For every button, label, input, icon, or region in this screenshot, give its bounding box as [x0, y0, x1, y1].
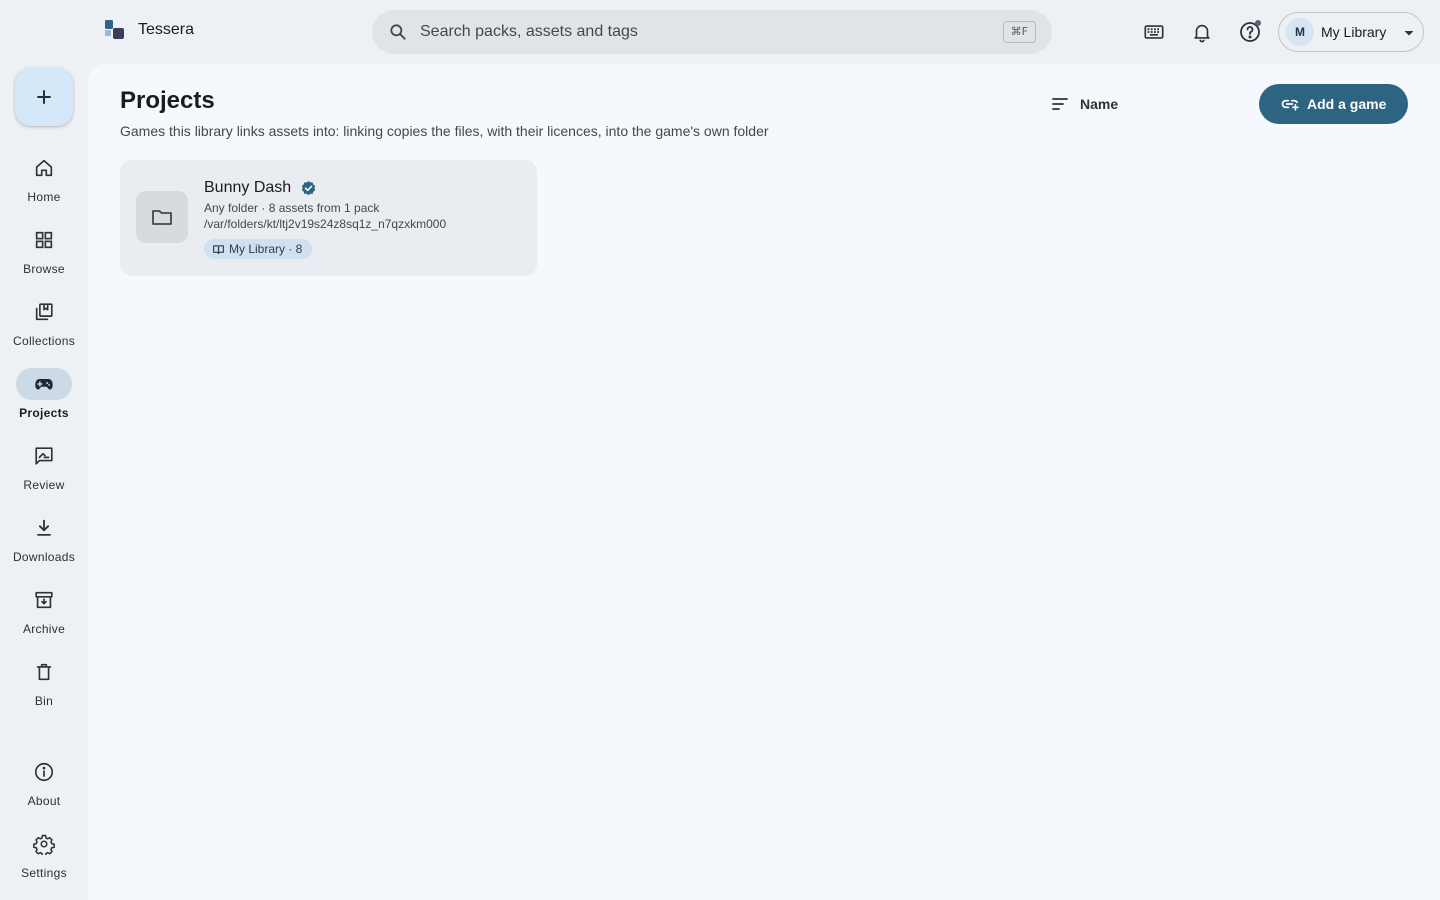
nav-item-browse[interactable]: Browse — [0, 224, 88, 286]
library-book-icon — [212, 243, 225, 256]
keyboard-icon — [1143, 21, 1165, 43]
grid-icon — [33, 229, 55, 251]
trash-icon — [33, 661, 55, 683]
bell-icon — [1191, 21, 1213, 43]
nav-label-downloads: Downloads — [12, 550, 76, 564]
nav-label-collections: Collections — [13, 334, 75, 348]
app-logo-icon — [104, 19, 126, 41]
nav-item-home[interactable]: Home — [0, 152, 88, 214]
add-game-label: Add a game — [1307, 96, 1387, 112]
download-icon — [33, 517, 55, 539]
page-subtitle: Games this library links assets into: li… — [120, 123, 769, 139]
project-name: Bunny Dash — [204, 179, 292, 196]
nav-label-review: Review — [23, 478, 65, 492]
nav-label-home: Home — [27, 190, 61, 204]
add-game-button[interactable]: Add a game — [1259, 84, 1408, 124]
nav-item-review[interactable]: Review — [0, 440, 88, 502]
nav-label-browse: Browse — [23, 262, 65, 276]
folder-icon — [150, 205, 174, 229]
sort-icon — [1050, 94, 1070, 114]
review-icon — [33, 445, 55, 467]
nav-label-bin: Bin — [34, 694, 54, 708]
nav-item-about[interactable]: About — [0, 756, 88, 818]
navigation-rail: Home Browse Collections Projects Review … — [0, 64, 88, 900]
create-button[interactable] — [15, 68, 73, 126]
top-app-bar: Tessera ⌘F — [0, 0, 1440, 64]
project-meta: Any folder · 8 assets from 1 pack — [204, 201, 380, 215]
nav-label-settings: Settings — [21, 866, 67, 880]
info-icon — [33, 761, 55, 783]
help-button[interactable] — [1230, 12, 1270, 52]
search-input[interactable] — [420, 10, 980, 54]
collections-icon — [33, 301, 55, 323]
app-title: Tessera — [138, 21, 195, 38]
gamepad-icon — [33, 373, 55, 395]
sort-label: Name — [1080, 96, 1119, 112]
caret-down-icon — [1401, 25, 1417, 41]
gear-icon — [33, 833, 55, 855]
project-thumbnail — [136, 191, 188, 243]
search-icon — [388, 22, 408, 42]
plus-icon — [34, 87, 54, 107]
main-content: Projects Games this library links assets… — [88, 64, 1440, 900]
search-bar[interactable]: ⌘F — [372, 10, 1052, 54]
library-switcher[interactable]: M My Library — [1278, 12, 1424, 52]
verified-icon — [300, 180, 317, 197]
nav-label-archive: Archive — [22, 622, 66, 636]
project-path: /var/folders/kt/ltj2v19s24z8sq1z_n7qzxkm… — [204, 217, 447, 231]
project-card[interactable]: Bunny Dash Any folder · 8 assets from 1 … — [120, 160, 537, 276]
search-shortcut-hint: ⌘F — [1002, 21, 1036, 43]
library-name: My Library — [1321, 24, 1387, 40]
notifications-button[interactable] — [1182, 12, 1222, 52]
nav-item-projects[interactable]: Projects — [0, 368, 88, 430]
sort-button[interactable]: Name — [1050, 92, 1118, 116]
app-brand[interactable]: Tessera — [104, 19, 194, 41]
library-chip[interactable]: My Library · 8 — [204, 239, 313, 259]
nav-label-projects: Projects — [19, 406, 69, 420]
nav-item-bin[interactable]: Bin — [0, 656, 88, 718]
page-title: Projects — [120, 87, 215, 114]
link-add-icon — [1280, 94, 1300, 114]
library-avatar: M — [1286, 18, 1314, 46]
nav-item-downloads[interactable]: Downloads — [0, 512, 88, 574]
nav-item-settings[interactable]: Settings — [0, 828, 88, 890]
nav-label-about: About — [27, 794, 61, 808]
help-badge-dot — [1255, 20, 1261, 26]
library-chip-label: My Library · 8 — [229, 242, 303, 256]
home-icon — [33, 157, 55, 179]
nav-item-archive[interactable]: Archive — [0, 584, 88, 646]
nav-item-collections[interactable]: Collections — [0, 296, 88, 358]
archive-icon — [33, 589, 55, 611]
keyboard-shortcuts-button[interactable] — [1134, 12, 1174, 52]
